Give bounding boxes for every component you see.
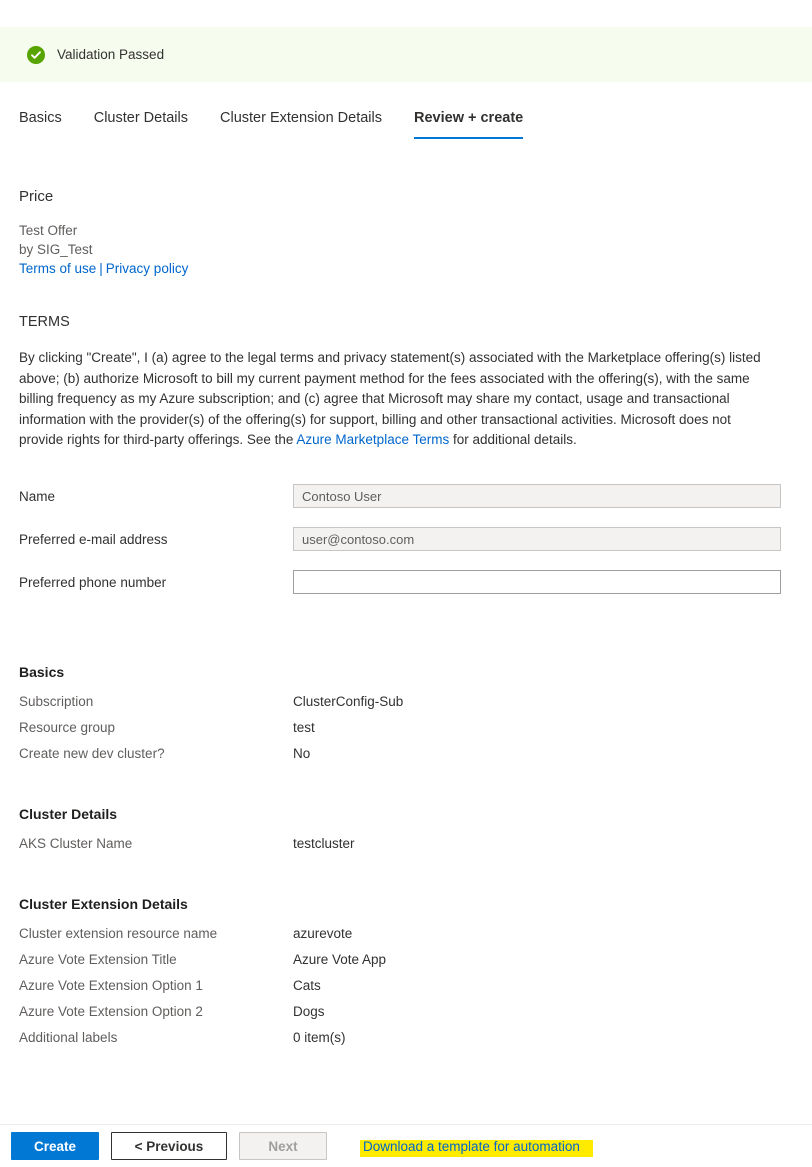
summary-heading-cluster-extension-details: Cluster Extension Details [19,895,188,912]
tab-cluster-extension-details[interactable]: Cluster Extension Details [220,108,382,139]
summary-group-cluster-extension-details: Cluster Extension Details Cluster extens… [19,896,782,1056]
phone-field-label: Preferred phone number [19,574,167,590]
summary-row-extension-title: Azure Vote Extension Title Azure Vote Ap… [19,952,782,978]
wizard-footer: Create < Previous Next Download a templa… [0,1125,812,1167]
summary-row-subscription: Subscription ClusterConfig-Sub [19,694,782,720]
tab-cluster-details[interactable]: Cluster Details [94,108,188,139]
tab-review-create[interactable]: Review + create [414,108,524,139]
summary-group-basics: Basics Subscription ClusterConfig-Sub Re… [19,664,782,772]
summary-group-cluster-details: Cluster Details AKS Cluster Name testclu… [19,806,782,862]
validation-banner: Validation Passed [0,27,812,82]
offer-publisher: by SIG_Test [19,242,93,257]
summary-row-resource-group: Resource group test [19,720,782,746]
summary-key: AKS Cluster Name [19,835,133,851]
summary-row-create-new-dev-cluster: Create new dev cluster? No [19,746,782,772]
summary-row-extension-resource-name: Cluster extension resource name azurevot… [19,926,782,952]
name-input[interactable] [293,484,781,508]
azure-marketplace-terms-link[interactable]: Azure Marketplace Terms [296,432,449,447]
name-field-row: Name [19,475,782,518]
summary-value: ClusterConfig-Sub [293,693,404,709]
download-template-wrapper: Download a template for automation [360,1139,593,1157]
summary-row-additional-labels: Additional labels 0 item(s) [19,1030,782,1056]
name-field-label: Name [19,488,56,504]
summary-row-aks-cluster-name: AKS Cluster Name testcluster [19,836,782,862]
email-input[interactable] [293,527,781,551]
wizard-tabbar: Basics Cluster Details Cluster Extension… [0,108,812,148]
summary-value: azurevote [293,925,353,941]
link-separator: | [99,261,103,276]
download-template-link[interactable]: Download a template for automation [363,1139,580,1154]
create-button[interactable]: Create [11,1132,99,1160]
price-heading: Price [19,188,54,205]
email-field-label: Preferred e-mail address [19,531,168,547]
summary-key: Azure Vote Extension Title [19,951,177,967]
tab-basics[interactable]: Basics [19,108,62,139]
phone-input[interactable] [293,570,781,594]
summary-key: Azure Vote Extension Option 2 [19,1003,203,1019]
offer-name: Test Offer [19,223,78,238]
terms-body: By clicking "Create", I (a) agree to the… [19,348,767,451]
summary-value: Dogs [293,1003,325,1019]
terms-of-use-link[interactable]: Terms of use [19,261,96,276]
summary-row-extension-option-2: Azure Vote Extension Option 2 Dogs [19,1004,782,1030]
terms-body-part2: for additional details. [449,432,577,447]
previous-button[interactable]: < Previous [111,1132,227,1160]
summary-value: testcluster [293,835,355,851]
summary-value: test [293,719,315,735]
summary-key: Resource group [19,719,116,735]
phone-field-row: Preferred phone number [19,561,782,604]
offer-links: Terms of use | Privacy policy [19,261,782,276]
summary-value: No [293,745,311,761]
summary-key: Create new dev cluster? [19,745,165,761]
summary-key: Cluster extension resource name [19,925,218,941]
email-field-row: Preferred e-mail address [19,518,782,561]
summary-key: Subscription [19,693,94,709]
privacy-policy-link[interactable]: Privacy policy [106,261,189,276]
summary-heading-cluster-details: Cluster Details [19,805,118,822]
summary-heading-basics: Basics [19,663,65,680]
summary-value: Azure Vote App [293,951,387,967]
validation-message: Validation Passed [57,47,165,62]
summary-key: Azure Vote Extension Option 1 [19,977,203,993]
next-button: Next [239,1132,327,1160]
check-circle-icon [27,45,45,64]
summary-row-extension-option-1: Azure Vote Extension Option 1 Cats [19,978,782,1004]
summary-key: Additional labels [19,1029,118,1045]
review-create-content: Price Test Offer by SIG_Test Terms of us… [0,188,812,1056]
terms-heading: TERMS [19,314,70,330]
summary-value: Cats [293,977,321,993]
summary-value: 0 item(s) [293,1029,346,1045]
